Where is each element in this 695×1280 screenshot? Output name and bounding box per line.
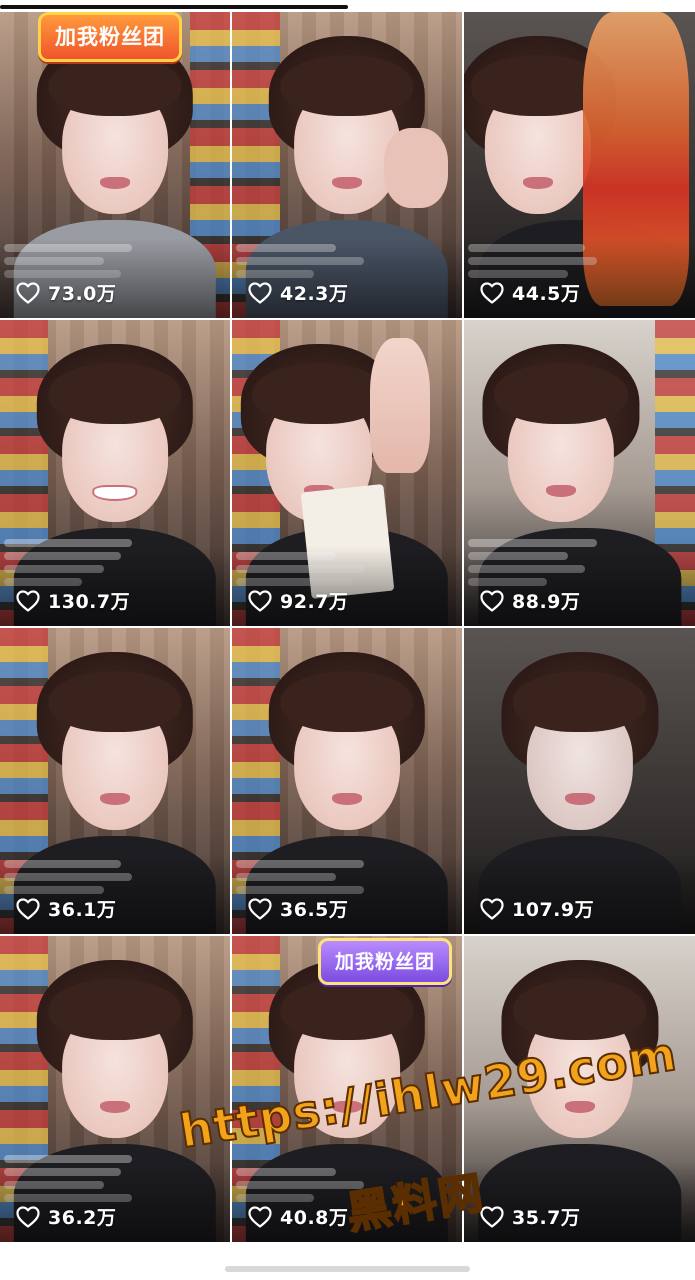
heart-outline-icon <box>248 281 272 304</box>
stream-card[interactable]: 35.7万 <box>464 936 695 1242</box>
heart-outline-icon <box>480 1205 504 1228</box>
like-count-text: 73.0万 <box>48 283 117 305</box>
like-count-text: 36.5万 <box>280 899 349 921</box>
heart-outline-icon <box>480 897 504 920</box>
like-count: 73.0万 <box>16 279 116 306</box>
live-feed-screen: 加我粉丝团 73.0万 42.3万 44.5万 130.7万 92.7万 88.… <box>0 0 695 1280</box>
stream-card[interactable]: 36.2万 <box>0 936 230 1242</box>
heart-outline-icon <box>248 897 272 920</box>
heart-outline-icon <box>248 1205 272 1228</box>
like-count: 130.7万 <box>16 587 130 614</box>
like-count-text: 35.7万 <box>512 1207 581 1229</box>
like-count: 36.2万 <box>16 1203 116 1230</box>
heart-outline-icon <box>480 281 504 304</box>
like-count-text: 40.8万 <box>280 1207 349 1229</box>
like-count-text: 130.7万 <box>48 591 131 613</box>
stream-card[interactable]: 130.7万 <box>0 320 230 626</box>
like-count: 107.9万 <box>480 895 594 922</box>
heart-outline-icon <box>16 281 40 304</box>
fan-club-badge[interactable]: 加我粉丝团 <box>318 938 453 985</box>
like-count-text: 42.3万 <box>280 283 349 305</box>
like-count: 35.7万 <box>480 1203 580 1230</box>
scroll-indicator <box>0 5 348 9</box>
stream-card[interactable]: 42.3万 <box>232 12 462 318</box>
like-count-text: 36.1万 <box>48 899 117 921</box>
like-count: 40.8万 <box>248 1203 348 1230</box>
heart-outline-icon <box>16 1205 40 1228</box>
like-count-text: 107.9万 <box>512 899 595 921</box>
heart-outline-icon <box>480 589 504 612</box>
like-count-text: 36.2万 <box>48 1207 117 1229</box>
like-count-text: 92.7万 <box>280 591 349 613</box>
stream-card[interactable]: 加我粉丝团 73.0万 <box>0 12 230 318</box>
fan-club-badge[interactable]: 加我粉丝团 <box>38 12 182 62</box>
live-stream-grid: 加我粉丝团 73.0万 42.3万 44.5万 130.7万 92.7万 88.… <box>0 12 695 1242</box>
home-indicator[interactable] <box>225 1266 470 1272</box>
like-count: 36.1万 <box>16 895 116 922</box>
stream-card[interactable]: 88.9万 <box>464 320 695 626</box>
heart-outline-icon <box>248 589 272 612</box>
like-count: 92.7万 <box>248 587 348 614</box>
like-count: 88.9万 <box>480 587 580 614</box>
stream-card[interactable]: 44.5万 <box>464 12 695 318</box>
stream-card[interactable]: 92.7万 <box>232 320 462 626</box>
heart-outline-icon <box>16 589 40 612</box>
like-count: 44.5万 <box>480 279 580 306</box>
stream-card[interactable]: 加我粉丝团 40.8万 <box>232 936 462 1242</box>
like-count-text: 44.5万 <box>512 283 581 305</box>
like-count-text: 88.9万 <box>512 591 581 613</box>
like-count: 36.5万 <box>248 895 348 922</box>
heart-outline-icon <box>16 897 40 920</box>
like-count: 42.3万 <box>248 279 348 306</box>
stream-card[interactable]: 36.1万 <box>0 628 230 934</box>
stream-card[interactable]: 107.9万 <box>464 628 695 934</box>
stream-card[interactable]: 36.5万 <box>232 628 462 934</box>
